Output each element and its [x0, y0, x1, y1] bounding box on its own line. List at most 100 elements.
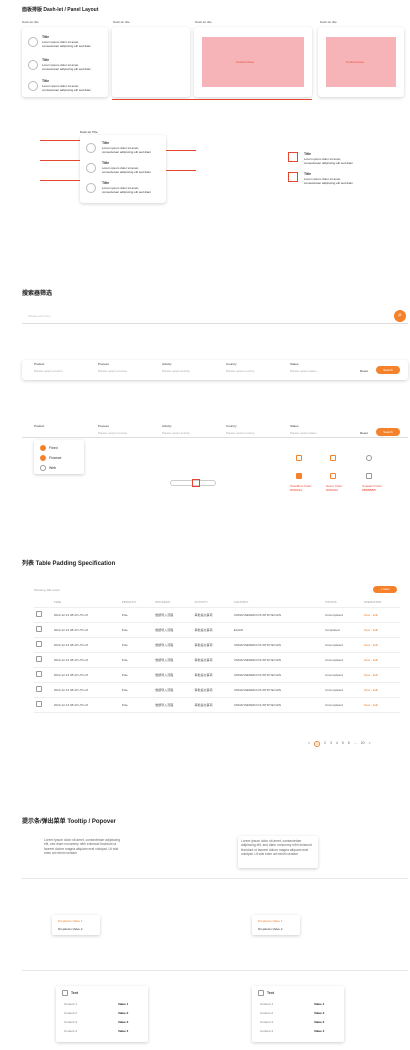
column-header: COUNTRY — [231, 598, 324, 608]
page-item[interactable]: ... — [354, 741, 357, 747]
search-input[interactable]: Please enter key — [28, 314, 50, 318]
cell-process: 数据导入流程 — [153, 622, 193, 638]
dropdown-option[interactable]: Web — [40, 465, 56, 471]
page-item[interactable]: > — [369, 741, 371, 747]
row-checkbox[interactable] — [36, 626, 42, 632]
edit-link[interactable]: Edit — [373, 658, 378, 662]
row-checkbox[interactable] — [36, 656, 42, 662]
cell-status: Uncompleted — [323, 697, 362, 713]
popover-value: Value 1 — [118, 1002, 129, 1006]
cell-process: 数据导入流程 — [153, 682, 193, 698]
popover-value: Value 2 — [314, 1011, 325, 1015]
checkbox-caption: Hover Color: #F5822A — [326, 484, 343, 492]
filter-label-process: Process — [98, 362, 109, 366]
section-title-search: 搜索器筛选 — [22, 291, 53, 297]
filter-activity-select[interactable]: Please select activity — [162, 369, 217, 373]
checkbox-hover-state[interactable] — [330, 466, 336, 484]
view-link[interactable]: View — [364, 658, 370, 662]
edit-link[interactable]: Edit — [373, 703, 378, 707]
row-checkbox[interactable] — [36, 641, 42, 647]
column-header: STATUS — [323, 598, 362, 608]
radio-unselected[interactable] — [366, 448, 372, 466]
section-title-panel-layout: 面板排版 Dash-let / Panel Layout — [22, 7, 99, 13]
dashlet-card-content-small: Content Area — [318, 27, 404, 97]
edit-link[interactable]: Edit — [373, 643, 378, 647]
checkbox-hover-empty[interactable] — [330, 448, 336, 466]
popover-table: Text Content 1 Value 1 Content 2 Value 2 Cont… — [56, 986, 148, 1042]
view-link[interactable]: View — [364, 613, 370, 617]
filter-country-select[interactable]: Please select country — [226, 369, 281, 373]
item-text: Lorem ipsum dolor sit amet, consectetuer… — [42, 63, 92, 71]
item-title: Title — [42, 79, 50, 83]
cell-product: Pole — [119, 682, 154, 698]
row-checkbox[interactable] — [36, 671, 42, 677]
reset-button[interactable]: Reset — [360, 369, 368, 373]
pagination: <1 2 3 4 5 6... 20 > — [308, 741, 371, 747]
view-link[interactable]: View — [364, 673, 370, 677]
dropdown-option[interactable]: Fixed — [40, 445, 58, 451]
page-item[interactable]: < — [308, 741, 310, 747]
dropdown-value[interactable]: Dropdown Value 1 — [58, 919, 82, 923]
table-row: 2022-12-13 08:40 UTC+8 Pole 数据导入流程 审批提交事项 UN… — [34, 682, 400, 698]
view-link[interactable]: View — [364, 703, 370, 707]
edit-link[interactable]: Edit — [373, 613, 378, 617]
cell-product: Pole — [119, 652, 154, 668]
table-row: 2022-12-13 08:40 UTC+8 Pole 数据导入流程 审批提交事项 EC… — [34, 622, 400, 638]
column-header: PROCESS — [153, 598, 193, 608]
row-checkbox[interactable] — [36, 611, 42, 617]
cell-operation: View · Edit — [361, 667, 400, 683]
cell-product: Pole — [119, 622, 154, 638]
section-title-table: 列表 Table Padding Specification — [22, 561, 116, 567]
popover-content: Content 1 — [64, 1002, 78, 1006]
checkbox-caption: Unselect Color: #BBBBBB — [362, 484, 383, 492]
popover-content: Content 2 — [64, 1011, 78, 1015]
page-item[interactable]: 4 — [336, 741, 338, 747]
edit-link[interactable]: Edit — [373, 628, 378, 632]
page-item[interactable]: 2 — [324, 741, 326, 747]
edit-link[interactable]: Edit — [373, 688, 378, 692]
cell-country: UNMANNERED/COUNTRY/ECHIN — [231, 667, 324, 683]
page-item[interactable]: 6 — [348, 741, 350, 747]
row-checkbox[interactable] — [36, 686, 42, 692]
page-item[interactable]: 1 — [314, 741, 320, 747]
popover-content: Content 4 — [260, 1029, 274, 1033]
table-row: 2022-12-13 08:40 UTC+8 Pole 数据导入流程 审批提交事项 UN… — [34, 637, 400, 653]
view-link[interactable]: View — [364, 628, 370, 632]
search-button[interactable]: Search — [376, 366, 400, 374]
view-link[interactable]: View — [364, 688, 370, 692]
cell-status: Uncompleted — [323, 637, 362, 653]
cell-activity: 审批提交事项 — [192, 652, 232, 668]
popover-title: Text — [62, 990, 78, 996]
filter-product-select[interactable]: Please select product — [34, 369, 89, 373]
checkbox-caption: Checkbox Color: #F5822A — [290, 484, 313, 492]
checkbox-unselected[interactable] — [366, 466, 372, 484]
dropdown-option[interactable]: Finance — [40, 455, 61, 461]
page-item[interactable]: 20 — [361, 741, 365, 747]
checkbox-hover[interactable] — [296, 448, 302, 466]
new-button[interactable]: + New — [373, 586, 397, 593]
cell-activity: 审批提交事项 — [192, 667, 232, 683]
view-link[interactable]: View — [364, 643, 370, 647]
table-row: 2022-12-13 08:40 UTC+8 Pole 数据导入流程 审批提交事项 UN… — [34, 652, 400, 668]
cell-country: ECHIN — [231, 622, 324, 638]
search-icon[interactable]: ⌕ — [394, 310, 406, 322]
avatar — [28, 81, 38, 91]
row-checkbox[interactable] — [36, 701, 42, 707]
page-item[interactable]: 3 — [330, 741, 332, 747]
edit-link[interactable]: Edit — [373, 673, 378, 677]
dropdown-value[interactable]: Dropdown Value 2 — [58, 927, 82, 931]
cell-activity: 审批提交事项 — [192, 682, 232, 698]
cell-operation: View · Edit — [361, 697, 400, 713]
cell-process: 数据导入流程 — [153, 652, 193, 668]
cell-operation: View · Edit — [361, 607, 400, 623]
section-title-tooltip: 提示条/弹出菜单 Tooltip / Popover — [22, 819, 116, 825]
page-item[interactable]: 5 — [342, 741, 344, 747]
popover-title: Text — [258, 990, 274, 996]
cell-select — [34, 667, 52, 683]
cell-activity: 审批提交事项 — [192, 637, 232, 653]
filter-process-select[interactable]: Please select process — [98, 369, 153, 373]
content-area-label: Content Area — [236, 60, 254, 64]
checkbox-checked[interactable] — [296, 466, 302, 484]
popover-value: Value 4 — [314, 1029, 325, 1033]
filter-status-select[interactable]: Please select status — [290, 369, 345, 373]
